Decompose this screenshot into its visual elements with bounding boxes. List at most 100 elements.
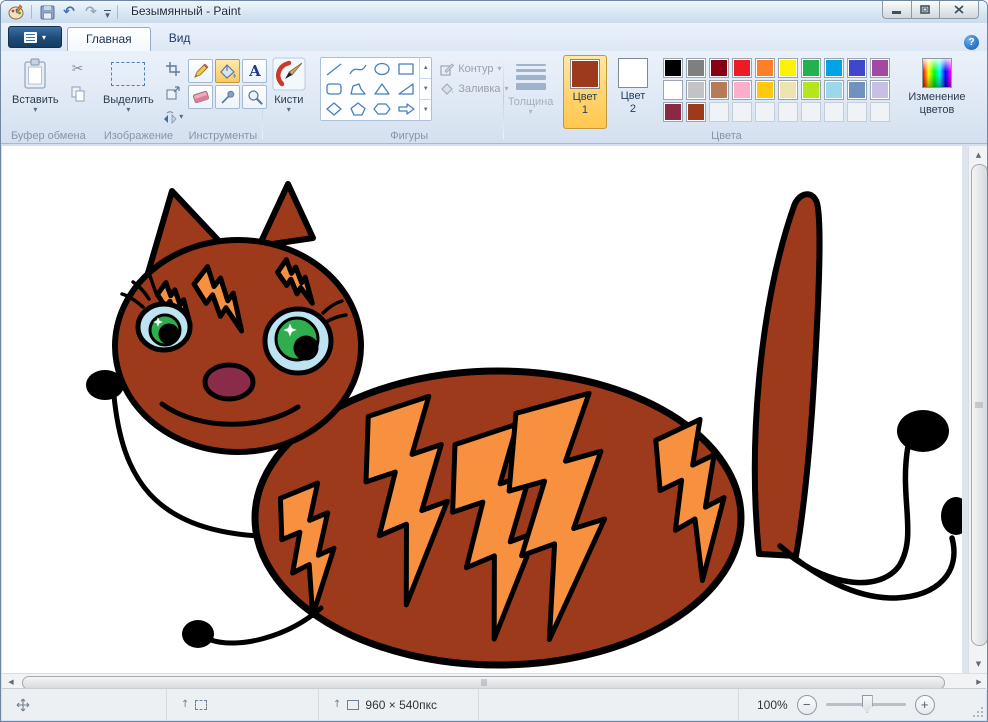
palette-swatch[interactable] (801, 80, 821, 100)
palette-swatch[interactable] (709, 58, 729, 78)
shape-line[interactable] (322, 59, 346, 79)
shape-right-triangle[interactable] (394, 79, 418, 99)
text-tool-icon: A (249, 62, 261, 80)
edit-colors-button[interactable]: Изменениецветов (894, 54, 980, 128)
palette-swatch[interactable] (778, 80, 798, 100)
shapes-scroll-up[interactable]: ▲ (420, 58, 431, 78)
cat-cheek-blob (86, 370, 124, 400)
scroll-up-button[interactable]: ▲ (969, 148, 988, 162)
tab-view[interactable]: Вид (151, 27, 209, 51)
palette-swatch[interactable] (663, 80, 683, 100)
paste-button[interactable]: Вставить ▾ (8, 54, 63, 128)
fill-tool[interactable] (215, 59, 240, 83)
shape-arrow-right[interactable] (394, 99, 418, 119)
brushes-button[interactable]: Кисти ▾ (268, 54, 310, 128)
palette-swatch[interactable] (686, 58, 706, 78)
group-clipboard: Вставить ▾ ✂ Буфер обмена (3, 51, 94, 143)
thickness-button[interactable]: Толщина ▾ (504, 54, 558, 118)
palette-swatch[interactable] (824, 58, 844, 78)
close-button[interactable] (939, 1, 979, 19)
palette-swatch[interactable] (847, 80, 867, 100)
save-button[interactable] (38, 3, 56, 21)
copy-icon (71, 86, 85, 102)
zoom-in-button[interactable]: + (915, 695, 935, 715)
palette-swatch-empty (824, 102, 844, 122)
canvas-size-segment: ↑ 960 × 540пкс (319, 689, 479, 720)
shapes-scroll-down[interactable]: ▼ (420, 78, 431, 100)
zoom-slider[interactable] (826, 703, 906, 706)
app-icon[interactable] (7, 3, 25, 21)
qat-separator-2 (117, 5, 118, 19)
palette-swatch[interactable] (824, 80, 844, 100)
shapes-more-button[interactable]: ▼ (420, 100, 431, 120)
status-bar: ↑ ↑ 960 × 540пкс 100% − + (2, 688, 986, 720)
restore-button[interactable] (911, 1, 939, 19)
shape-rectangle[interactable] (394, 59, 418, 79)
undo-button[interactable]: ↶ (60, 3, 78, 21)
qat-customize-button[interactable]: ▾ (104, 7, 111, 18)
help-button[interactable]: ? (964, 35, 979, 50)
zoom-out-button[interactable]: − (797, 695, 817, 715)
palette-swatch-empty (801, 102, 821, 122)
palette-swatch[interactable] (709, 80, 729, 100)
shape-curve[interactable] (346, 59, 370, 79)
group-tools: A (183, 51, 262, 143)
redo-button[interactable]: ↷ (82, 3, 100, 21)
shape-rounded-rectangle[interactable] (322, 79, 346, 99)
palette-swatch-empty (870, 102, 890, 122)
scroll-down-button[interactable]: ▼ (969, 657, 988, 671)
crop-button[interactable] (162, 58, 184, 79)
palette-swatch[interactable] (778, 58, 798, 78)
shape-fill-button[interactable]: Заливка ▾ (440, 82, 508, 96)
cut-button[interactable]: ✂ (67, 58, 89, 80)
shape-ellipse[interactable] (370, 59, 394, 79)
palette-swatch[interactable] (755, 58, 775, 78)
palette-swatch[interactable] (801, 58, 821, 78)
select-button[interactable]: Выделить ▾ (99, 54, 158, 128)
palette-swatch-empty (778, 102, 798, 122)
shape-diamond[interactable] (322, 99, 346, 119)
palette-swatch[interactable] (686, 80, 706, 100)
shape-hexagon[interactable] (370, 99, 394, 119)
palette-swatch-empty (732, 102, 752, 122)
resize-button[interactable] (162, 82, 184, 103)
rotate-icon (162, 110, 178, 124)
resize-grip[interactable] (971, 705, 983, 717)
rotate-button[interactable]: ▾ (162, 107, 184, 128)
palette-swatch[interactable] (732, 80, 752, 100)
minimize-button[interactable] (882, 1, 911, 19)
palette-swatch[interactable] (732, 58, 752, 78)
color2-button[interactable]: Цвет2 (611, 55, 655, 129)
shape-triangle[interactable] (370, 79, 394, 99)
group-brushes: Кисти ▾ (263, 51, 315, 143)
cat-drawing (2, 146, 962, 673)
crop-icon (166, 62, 180, 76)
palette-swatch[interactable] (686, 102, 706, 122)
palette-swatch[interactable] (870, 80, 890, 100)
shape-pentagon[interactable] (346, 99, 370, 119)
palette-swatch[interactable] (870, 58, 890, 78)
drawing-canvas[interactable] (2, 146, 962, 673)
shape-outline-button[interactable]: Контур ▾ (440, 62, 508, 76)
shapes-scroll: ▲ ▼ ▼ (419, 58, 431, 120)
vertical-scrollbar[interactable]: ▲ ▼ (968, 146, 988, 673)
palette-swatch[interactable] (755, 80, 775, 100)
eraser-tool[interactable] (188, 85, 213, 109)
zoom-slider-thumb[interactable] (862, 695, 873, 713)
pencil-tool[interactable] (188, 59, 213, 83)
palette-swatch[interactable] (663, 58, 683, 78)
copy-button[interactable] (67, 83, 89, 105)
workspace: ▲ ▼ (2, 146, 988, 673)
qat-separator (31, 5, 32, 19)
shape-polygon[interactable] (346, 79, 370, 99)
outline-label: Контур (458, 63, 493, 75)
palette-swatch[interactable] (847, 58, 867, 78)
palette-swatch-empty (709, 102, 729, 122)
palette-swatch[interactable] (663, 102, 683, 122)
color-picker-tool[interactable] (215, 85, 240, 109)
paint-menu-button[interactable]: ▾ (8, 26, 62, 48)
color2-swatch (618, 58, 648, 88)
vertical-scroll-thumb[interactable] (971, 164, 988, 646)
color1-button[interactable]: Цвет1 (563, 55, 607, 129)
tab-home[interactable]: Главная (67, 27, 151, 51)
